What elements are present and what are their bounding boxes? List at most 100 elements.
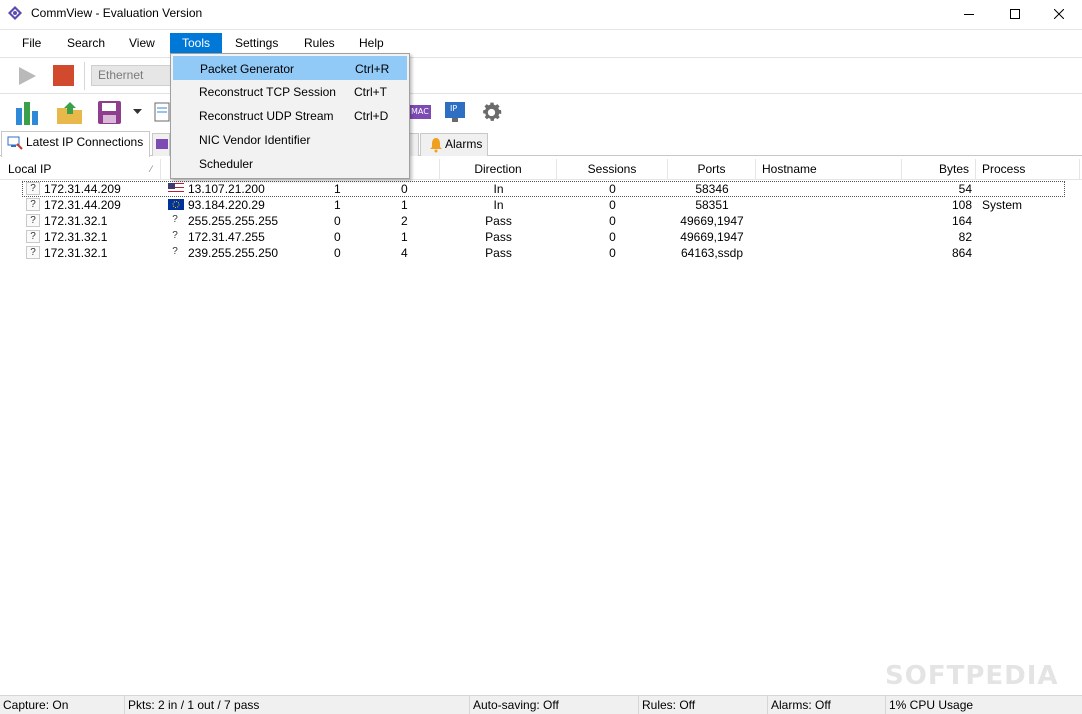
unknown-host-icon: ? xyxy=(172,230,178,241)
cell-remote-ip: 255.255.255.255 xyxy=(188,214,279,228)
status-alarms: Alarms: Off xyxy=(768,696,886,714)
cell-out: 4 xyxy=(401,246,408,260)
table-header: Local IP ⁄ t Direction Sessions Ports Ho… xyxy=(0,159,1082,180)
cell-ports: 58351 xyxy=(695,198,729,212)
tools-menu-item-reconstruct-udp-stream[interactable]: Reconstruct UDP Stream Ctrl+D xyxy=(173,104,407,128)
menu-view[interactable]: View xyxy=(121,33,163,54)
tools-menu-item-packet-generator[interactable]: Packet Generator Ctrl+R xyxy=(173,56,407,80)
col-process-label: Process xyxy=(982,162,1026,176)
cell-in: 1 xyxy=(334,182,341,196)
cell-sessions: 0 xyxy=(609,198,616,212)
open-folder-icon[interactable] xyxy=(56,100,84,125)
col-direction-label: Direction xyxy=(474,162,522,176)
cell-bytes: 82 xyxy=(958,230,972,244)
unknown-host-icon: ? xyxy=(26,182,40,195)
menu-tools[interactable]: Tools xyxy=(170,33,222,54)
menu-rules[interactable]: Rules xyxy=(296,33,343,54)
maximize-icon xyxy=(1010,9,1020,19)
tools-dropdown-menu: Packet Generator Ctrl+R Reconstruct TCP Se… xyxy=(170,53,410,179)
chevron-down-icon[interactable] xyxy=(133,109,142,115)
cell-bytes: 54 xyxy=(958,182,972,196)
minimize-icon xyxy=(964,14,974,15)
col-sessions[interactable]: Sessions xyxy=(557,159,668,180)
table-row[interactable]: ? 172.31.44.209 93.184.220.29 1 1 In 0 58351 108… xyxy=(0,197,1082,213)
col-bytes-label: Bytes xyxy=(938,162,969,176)
status-autosaving: Auto-saving: Off xyxy=(470,696,639,714)
cell-local-ip: 172.31.44.209 xyxy=(44,182,121,196)
cell-sessions: 0 xyxy=(609,230,616,244)
stop-icon[interactable] xyxy=(53,65,74,86)
cell-sessions: 0 xyxy=(609,182,616,196)
ip-aliases-icon[interactable]: IP xyxy=(444,100,466,124)
watermark: SOFTPEDIA xyxy=(885,661,1059,691)
close-icon xyxy=(1054,9,1064,19)
menu-item-shortcut: Ctrl+T xyxy=(354,85,387,99)
network-connections-icon xyxy=(7,136,23,150)
toolbar-divider xyxy=(84,62,85,90)
table-row[interactable]: ? 172.31.32.1? 255.255.255.255 0 2 Pass 0 49669… xyxy=(0,213,1082,229)
cell-out: 0 xyxy=(401,182,408,196)
col-ports[interactable]: Ports xyxy=(668,159,756,180)
settings-gear-icon[interactable] xyxy=(479,100,504,125)
status-cpu: 1% CPU Usage xyxy=(889,698,974,712)
cell-ports: 58346 xyxy=(695,182,729,196)
play-icon[interactable] xyxy=(16,65,38,87)
col-local-ip[interactable]: Local IP ⁄ xyxy=(2,159,161,180)
cell-bytes: 864 xyxy=(951,246,972,260)
cell-ports: 49669,1947 xyxy=(680,230,744,244)
tab-latest-ip-connections[interactable]: Latest IP Connections xyxy=(1,131,150,157)
menu-item-label: Scheduler xyxy=(199,157,254,171)
cell-local-ip: 172.31.32.1 xyxy=(44,214,108,228)
cell-direction: In xyxy=(493,198,504,212)
col-bytes[interactable]: Bytes xyxy=(902,159,976,180)
window-title: CommView - Evaluation Version xyxy=(31,6,203,20)
statistics-icon[interactable] xyxy=(15,100,42,125)
table-row[interactable]: ? 172.31.44.209 13.107.21.200 1 0 In 0 58346 54 xyxy=(0,181,1082,197)
menu-item-shortcut: Ctrl+R xyxy=(355,62,390,76)
maximize-button[interactable] xyxy=(992,0,1038,28)
minimize-button[interactable] xyxy=(946,0,992,28)
menu-help[interactable]: Help xyxy=(351,33,392,54)
unknown-host-icon: ? xyxy=(26,198,40,211)
col-process[interactable]: Process xyxy=(976,159,1080,180)
col-direction[interactable]: Direction xyxy=(440,159,557,180)
menu-settings[interactable]: Settings xyxy=(227,33,286,54)
cell-direction: Pass xyxy=(485,246,512,260)
mac-aliases-icon[interactable]: MAC xyxy=(409,101,431,123)
cell-out: 2 xyxy=(401,214,408,228)
unknown-host-icon: ? xyxy=(26,214,40,227)
cell-direction: Pass xyxy=(485,214,512,228)
tools-menu-item-reconstruct-tcp-session[interactable]: Reconstruct TCP Session Ctrl+T xyxy=(173,80,407,104)
close-button[interactable] xyxy=(1036,0,1082,28)
cell-out: 1 xyxy=(401,198,408,212)
menu-search[interactable]: Search xyxy=(59,33,113,54)
adapter-select[interactable]: Ethernet xyxy=(91,65,181,86)
cell-local-ip: 172.31.32.1 xyxy=(44,230,108,244)
cell-remote-ip: 93.184.220.29 xyxy=(188,198,265,212)
document-icon[interactable] xyxy=(154,102,170,122)
table-row[interactable]: ? 172.31.32.1? 172.31.47.255 0 1 Pass 0 49669,1… xyxy=(0,229,1082,245)
commview-app-icon xyxy=(8,6,22,20)
tab-packets[interactable] xyxy=(152,133,170,156)
ip-label: IP xyxy=(450,104,458,113)
cell-ports: 64163,ssdp xyxy=(680,246,744,260)
menu-item-label: Reconstruct UDP Stream xyxy=(199,109,334,123)
save-icon[interactable] xyxy=(97,100,122,125)
us-flag-icon xyxy=(168,183,184,194)
cell-direction: In xyxy=(493,182,504,196)
tools-toolbar: MAC IP xyxy=(0,93,1082,130)
status-bar: Capture: On Pkts: 2 in / 1 out / 7 pass … xyxy=(0,695,1082,714)
tools-menu-item-scheduler[interactable]: Scheduler xyxy=(173,152,407,176)
connections-table: Local IP ⁄ t Direction Sessions Ports Ho… xyxy=(0,157,1082,695)
col-local-ip-label: Local IP xyxy=(8,162,52,176)
cell-local-ip: 172.31.32.1 xyxy=(44,246,108,260)
menu-file[interactable]: File xyxy=(14,33,49,54)
cell-in: 0 xyxy=(334,246,341,260)
status-capture: Capture: On xyxy=(0,696,125,714)
sort-indicator-icon: ⁄ xyxy=(150,164,152,174)
table-row[interactable]: ? 172.31.32.1? 239.255.255.250 0 4 Pass 0 64163… xyxy=(0,245,1082,261)
col-hostname[interactable]: Hostname xyxy=(756,159,902,180)
tab-alarms[interactable]: Alarms xyxy=(420,133,488,156)
tools-menu-item-nic-vendor-identifier[interactable]: NIC Vendor Identifier xyxy=(173,128,407,152)
col-sessions-label: Sessions xyxy=(587,162,637,176)
